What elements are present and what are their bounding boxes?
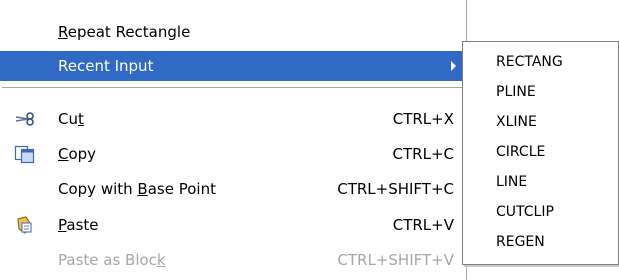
menu-shortcut: CTRL+X [392, 110, 454, 128]
copy-icon [14, 144, 36, 164]
menu-item-label: Recent Input [58, 57, 154, 75]
menu-item-copy-with-base-point[interactable]: Copy with Base Point CTRL+SHIFT+C [0, 174, 466, 204]
submenu-item-rectang[interactable]: RECTANG [496, 48, 563, 76]
scissors-icon [14, 109, 36, 129]
menu-shortcut: CTRL+C [392, 145, 454, 163]
menu-shortcut: CTRL+SHIFT+C [337, 180, 454, 198]
context-menu: Repeat Rectangle Recent Input Cut CTRL+X… [0, 0, 467, 280]
submenu-item-circle[interactable]: CIRCLE [496, 138, 545, 166]
menu-item-paste-as-block[interactable]: Paste as Block CTRL+SHIFT+V [0, 245, 466, 275]
menu-item-label: Cut [58, 110, 84, 128]
menu-item-paste[interactable]: Paste CTRL+V [0, 210, 466, 240]
submenu-arrow-icon [451, 61, 456, 71]
menu-shortcut: CTRL+SHIFT+V [337, 251, 454, 269]
menu-item-recent-input[interactable]: Recent Input [0, 51, 466, 81]
menu-item-label: Paste [58, 216, 99, 234]
submenu-item-cutclip[interactable]: CUTCLIP [496, 198, 554, 226]
paste-icon [14, 215, 36, 235]
menu-item-label: Copy with Base Point [58, 180, 216, 198]
submenu-item-pline[interactable]: PLINE [496, 78, 536, 106]
menu-item-label: Repeat Rectangle [58, 23, 191, 41]
menu-item-label: Copy [58, 145, 97, 163]
submenu-item-regen[interactable]: REGEN [496, 228, 545, 256]
submenu-item-line[interactable]: LINE [496, 168, 527, 196]
menu-item-label: Paste as Block [58, 251, 166, 269]
menu-item-repeat-rectangle[interactable]: Repeat Rectangle [0, 17, 466, 47]
menu-shortcut: CTRL+V [392, 216, 454, 234]
recent-input-submenu: RECTANG PLINE XLINE CIRCLE LINE CUTCLIP … [462, 41, 619, 265]
menu-item-copy[interactable]: Copy CTRL+C [0, 139, 466, 169]
submenu-item-xline[interactable]: XLINE [496, 108, 537, 136]
menu-item-cut[interactable]: Cut CTRL+X [0, 104, 466, 134]
menu-separator [2, 87, 464, 88]
